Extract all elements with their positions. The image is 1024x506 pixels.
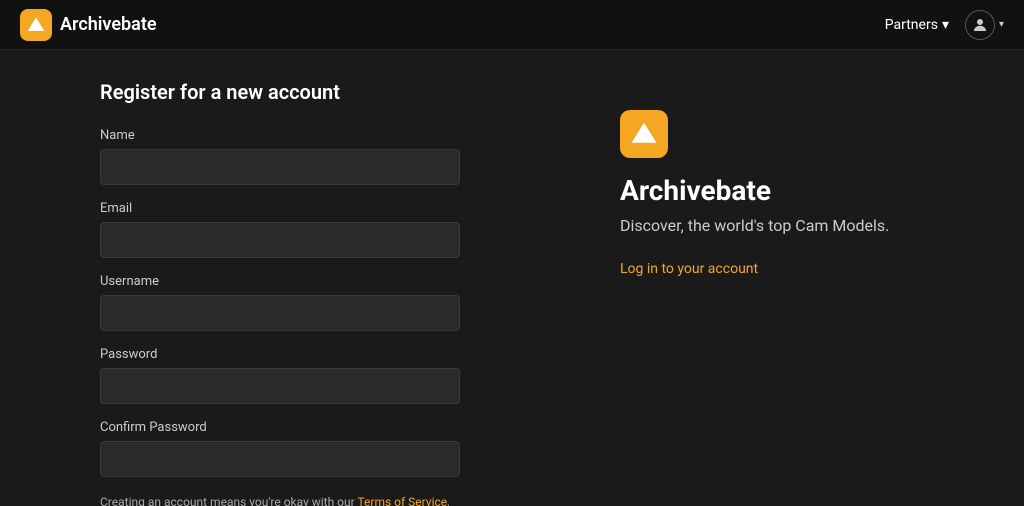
terms-text: Creating an account means you're okay wi… bbox=[100, 493, 460, 506]
form-title: Register for a new account bbox=[100, 80, 460, 104]
user-menu[interactable]: ▾ bbox=[965, 10, 1004, 40]
name-field-group: Name bbox=[100, 128, 460, 185]
password-label: Password bbox=[100, 347, 460, 362]
confirm-password-input[interactable] bbox=[100, 441, 460, 477]
partners-label: Partners bbox=[885, 17, 938, 33]
navbar-right: Partners ▾ ▾ bbox=[885, 10, 1004, 40]
email-input[interactable] bbox=[100, 222, 460, 258]
brand-panel-subtitle: Discover, the world's top Cam Models. bbox=[620, 215, 964, 237]
main-content: Register for a new account Name Email Us… bbox=[0, 50, 1024, 506]
brand-name: Archivebate bbox=[60, 14, 157, 35]
user-chevron-icon: ▾ bbox=[999, 19, 1004, 30]
navbar: Archivebate Partners ▾ ▾ bbox=[0, 0, 1024, 50]
name-input[interactable] bbox=[100, 149, 460, 185]
terms-prefix: Creating an account means you're okay wi… bbox=[100, 495, 357, 506]
partners-dropdown[interactable]: Partners ▾ bbox=[885, 17, 949, 33]
username-input[interactable] bbox=[100, 295, 460, 331]
brand-logo bbox=[20, 9, 52, 41]
user-avatar-icon bbox=[965, 10, 995, 40]
password-input[interactable] bbox=[100, 368, 460, 404]
email-label: Email bbox=[100, 201, 460, 216]
brand-panel-title: Archivebate bbox=[620, 174, 964, 207]
password-field-group: Password bbox=[100, 347, 460, 404]
name-label: Name bbox=[100, 128, 460, 143]
username-field-group: Username bbox=[100, 274, 460, 331]
login-link[interactable]: Log in to your account bbox=[620, 261, 964, 277]
username-label: Username bbox=[100, 274, 460, 289]
terms-comma: , bbox=[447, 495, 449, 506]
brand: Archivebate bbox=[20, 9, 157, 41]
partners-chevron-icon: ▾ bbox=[942, 17, 949, 33]
brand-panel: Archivebate Discover, the world's top Ca… bbox=[560, 50, 1024, 506]
terms-of-service-link[interactable]: Terms of Service bbox=[357, 495, 447, 506]
email-field-group: Email bbox=[100, 201, 460, 258]
brand-panel-logo bbox=[620, 110, 668, 158]
form-panel: Register for a new account Name Email Us… bbox=[0, 50, 560, 506]
confirm-password-label: Confirm Password bbox=[100, 420, 460, 435]
confirm-password-field-group: Confirm Password bbox=[100, 420, 460, 477]
